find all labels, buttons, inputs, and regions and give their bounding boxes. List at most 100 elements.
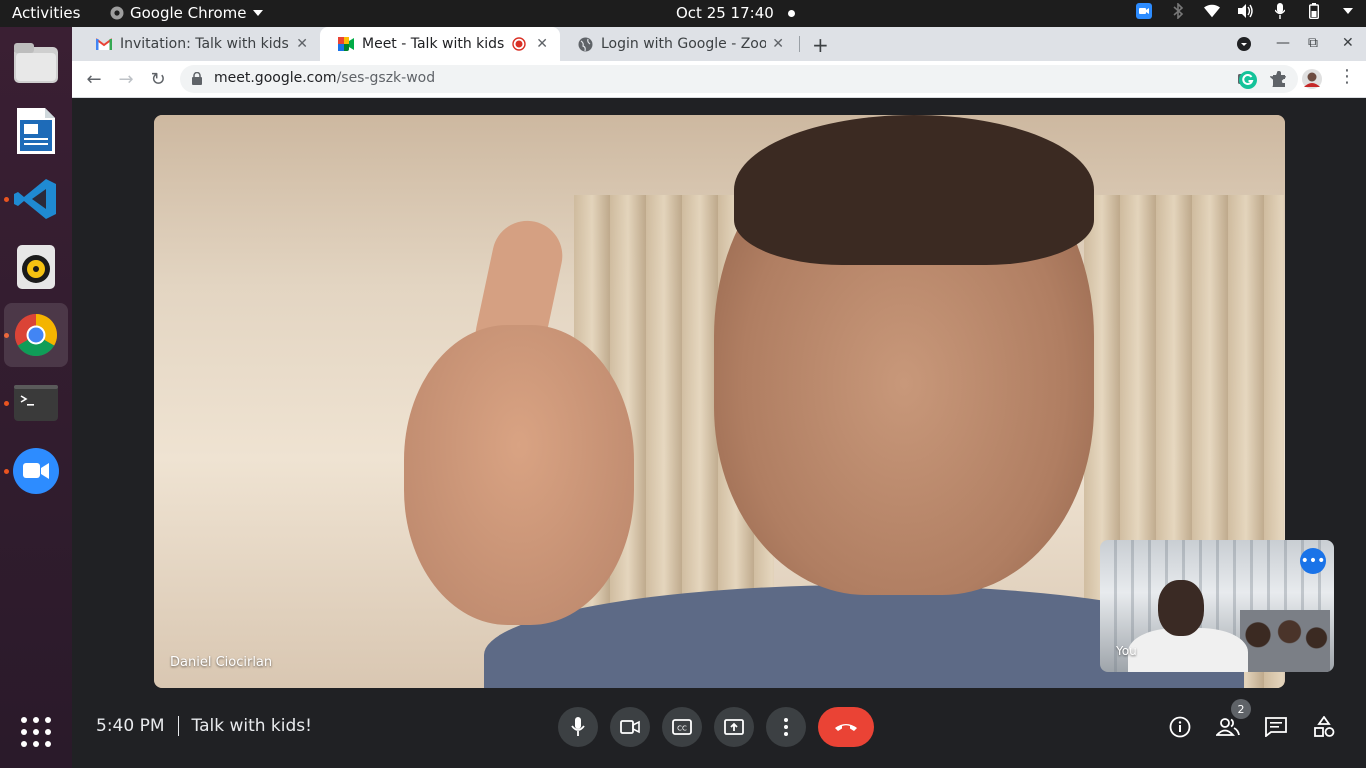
meeting-info-divider <box>177 716 179 736</box>
self-label: You <box>1116 644 1137 658</box>
chrome-menu-icon[interactable]: ⋮ <box>1338 68 1356 86</box>
profile-avatar[interactable] <box>1302 69 1322 89</box>
reload-button[interactable]: ↻ <box>147 68 169 90</box>
grammarly-icon[interactable] <box>1239 71 1257 89</box>
maximize-button[interactable]: ⧉ <box>1308 35 1318 51</box>
captions-button[interactable]: CC <box>662 707 702 747</box>
tab-separator <box>799 36 800 52</box>
participant-name: Daniel Ciocirlan <box>170 655 273 670</box>
wifi-icon[interactable] <box>1204 3 1220 19</box>
dock-item-writer[interactable] <box>4 99 68 163</box>
activities-shapes-icon <box>1314 716 1335 737</box>
battery-icon[interactable] <box>1306 3 1322 19</box>
google-chrome-icon <box>14 314 58 357</box>
close-window-button[interactable]: ✕ <box>1342 35 1354 51</box>
more-options-button[interactable] <box>766 707 806 747</box>
recording-indicator-icon <box>512 37 526 51</box>
volume-icon[interactable] <box>1238 3 1254 19</box>
meeting-info: 5:40 PM Talk with kids! <box>96 716 312 736</box>
tab-zoom-login[interactable]: Login with Google - Zoom ✕ <box>560 27 796 61</box>
meet-stage: Daniel Ciocirlan You ••• 5:40 PM Talk wi… <box>72 98 1366 768</box>
activities-button[interactable]: Activities <box>12 4 80 22</box>
meet-icon <box>338 37 354 51</box>
vscode-icon <box>14 179 56 219</box>
files-icon <box>14 43 58 83</box>
more-options-icon[interactable]: ••• <box>1300 548 1326 574</box>
app-menu-label: Google Chrome <box>130 4 247 22</box>
clock[interactable]: Oct 25 17:40 <box>676 4 795 22</box>
present-screen-icon <box>724 719 744 735</box>
self-video-face <box>1158 580 1204 636</box>
browser-toolbar: ← → ↻ meet.google.com/ses-gszk-wod ⋮ <box>72 61 1366 98</box>
self-video-tile[interactable]: You ••• <box>1100 540 1334 672</box>
end-call-icon <box>835 724 857 731</box>
address-bar[interactable]: meet.google.com/ses-gszk-wod <box>180 65 1298 93</box>
info-icon <box>1169 716 1191 738</box>
dock-item-chrome[interactable] <box>4 303 68 367</box>
show-applications-button[interactable] <box>4 700 68 764</box>
meeting-title: Talk with kids! <box>191 716 312 736</box>
gmail-icon <box>96 38 112 50</box>
svg-text:CC: CC <box>677 725 687 733</box>
dock <box>0 27 72 768</box>
dock-item-files[interactable] <box>4 31 68 95</box>
present-screen-button[interactable] <box>714 707 754 747</box>
close-icon[interactable]: ✕ <box>772 36 784 52</box>
dock-item-vscode[interactable] <box>4 167 68 231</box>
people-icon <box>1216 718 1240 736</box>
meeting-time: 5:40 PM <box>96 716 165 736</box>
microphone-icon <box>571 717 585 736</box>
app-menu[interactable]: Google Chrome <box>110 4 263 22</box>
datetime-label: Oct 25 17:40 <box>676 4 774 22</box>
lock-icon <box>192 72 202 85</box>
more-vert-icon <box>784 718 788 736</box>
back-button[interactable]: ← <box>83 68 105 90</box>
tab-search-icon[interactable] <box>1237 37 1251 51</box>
microphone-button[interactable] <box>558 707 598 747</box>
extensions-icon[interactable] <box>1271 71 1287 87</box>
system-menu-chevron-icon[interactable] <box>1340 3 1356 19</box>
meeting-details-button[interactable] <box>1166 713 1194 741</box>
microphone-tray-icon[interactable] <box>1272 3 1288 19</box>
app-grid-icon <box>21 717 51 747</box>
chat-button[interactable] <box>1262 713 1290 741</box>
meeting-controls: 5:40 PM Talk with kids! CC 2 <box>72 698 1366 758</box>
chat-icon <box>1265 717 1287 737</box>
zoom-icon <box>13 448 59 494</box>
participants-button[interactable]: 2 <box>1214 699 1251 741</box>
dock-item-zoom[interactable] <box>4 439 68 503</box>
chevron-down-icon <box>252 10 263 16</box>
terminal-icon <box>14 385 58 421</box>
chrome-icon <box>110 6 124 20</box>
url-text: meet.google.com/ses-gszk-wod <box>214 70 435 86</box>
url-path: /ses-gszk-wod <box>336 70 436 86</box>
forward-button[interactable]: → <box>115 68 137 90</box>
system-tray[interactable] <box>1136 3 1356 19</box>
dock-item-terminal[interactable] <box>4 371 68 435</box>
close-icon[interactable]: ✕ <box>536 36 548 52</box>
leave-call-button[interactable] <box>818 707 874 747</box>
bluetooth-icon[interactable] <box>1170 3 1186 19</box>
url-host: meet.google.com <box>214 70 337 86</box>
dock-item-rhythmbox[interactable] <box>4 235 68 299</box>
tab-strip: Invitation: Talk with kids! ✕ Meet - Tal… <box>72 27 1366 61</box>
video-participant-hair <box>734 115 1094 265</box>
tab-gmail[interactable]: Invitation: Talk with kids! ✕ <box>78 27 320 61</box>
video-camera-icon <box>620 720 640 734</box>
minimize-button[interactable]: — <box>1276 35 1290 51</box>
tab-meet[interactable]: Meet - Talk with kids! ✕ <box>320 27 560 61</box>
video-hand <box>404 325 634 625</box>
activities-panel-button[interactable] <box>1310 713 1338 741</box>
self-video-crowd <box>1240 610 1330 672</box>
participants-count-badge: 2 <box>1231 699 1251 719</box>
libreoffice-writer-icon <box>17 108 55 154</box>
closed-captions-icon: CC <box>672 719 692 735</box>
tab-title: Meet - Talk with kids! <box>362 36 505 52</box>
top-bar: Activities Google Chrome Oct 25 17:40 <box>0 0 1366 27</box>
camera-button[interactable] <box>610 707 650 747</box>
zoom-tray-icon[interactable] <box>1136 3 1152 19</box>
close-icon[interactable]: ✕ <box>296 36 308 52</box>
globe-icon <box>578 37 593 51</box>
notification-dot-icon <box>787 9 795 17</box>
new-tab-button[interactable]: + <box>812 33 829 57</box>
